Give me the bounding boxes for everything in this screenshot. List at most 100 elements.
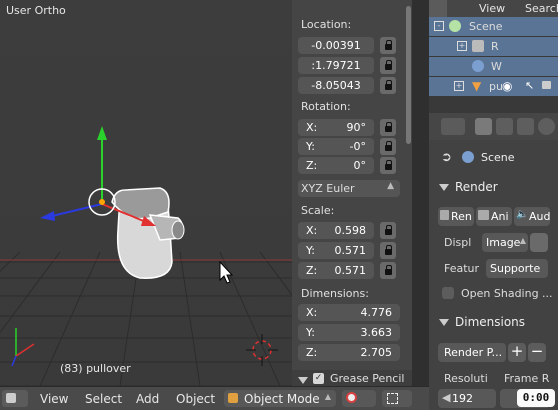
context-breadcrumb: Scene [481,151,515,164]
lock-scale-x-icon[interactable] [380,222,396,239]
properties-shelf: Location: -0.00391 :1.79721 -8.05043 Rot… [292,0,412,386]
editor-type-selector[interactable] [2,390,28,407]
dimensions-y-field[interactable]: Y: 3.663 [298,324,400,341]
pin-icon[interactable]: ➲ [441,150,452,165]
lock-scale-z-icon[interactable] [380,262,396,279]
properties-editor-type-icon[interactable] [441,118,465,135]
mode-select[interactable]: Object Mode ▲ [224,390,336,407]
display-label: Displ [444,236,472,249]
shading-sphere-icon [346,392,357,403]
updown-arrows-icon: ▲ [519,236,526,245]
location-x-field[interactable]: -0.00391 [298,37,374,54]
visibility-eye-icon[interactable]: ◉ [502,79,512,93]
shelf-scrollbar[interactable] [406,6,411,144]
pivot-point-select[interactable] [382,390,412,407]
render-animation-button[interactable]: Ani [476,207,512,226]
menu-select[interactable]: Select [85,392,122,406]
dimensions-heading: Dimensions: [301,287,369,300]
menu-add[interactable]: Add [136,392,159,406]
editor-type-icon[interactable] [429,0,447,17]
rotation-heading: Rotation: [301,100,351,113]
dimensions-section-header[interactable]: Dimensions [429,312,558,334]
scene-context-icon [462,151,474,163]
render-icon [440,210,449,220]
collapse-arrow-icon [439,184,449,191]
dimensions-x-field[interactable]: X: 4.776 [298,304,400,321]
rotation-mode-select[interactable]: XYZ Euler ▲ [298,180,400,197]
expand-plus-icon[interactable]: + [454,81,464,91]
location-z-field[interactable]: -8.05043 [298,77,374,94]
render-section-header[interactable]: Render [429,177,558,199]
scene-icon [449,20,461,32]
updown-arrows-icon: ▲ [324,392,331,401]
frame-range-label: Frame R [504,372,550,385]
add-preset-button[interactable]: + [508,343,526,362]
rotation-z-field[interactable]: Z: 0° [298,157,374,174]
select-cursor-icon[interactable]: ↖ [525,79,534,92]
outliner-view-menu[interactable]: View [479,2,505,15]
menu-object[interactable]: Object [176,392,215,406]
timestamp-badge: 0:00 [517,389,555,407]
scale-x-field[interactable]: X: 0.598 [298,222,374,239]
remove-preset-button[interactable]: − [528,343,546,362]
outliner: View Search - Scene + R W + ▼ pu ◉ ↖ [429,0,558,96]
arrow-left-icon: ◀ [442,391,451,404]
pivot-icon [387,393,398,404]
lock-location-y-icon[interactable] [380,57,396,74]
resolution-label: Resoluti [444,372,488,385]
speaker-icon: 🔈 [516,209,529,220]
grease-pencil-panel-header[interactable]: ✓ Grease Pencil [292,370,412,386]
feature-set-select[interactable]: Supporte [486,259,548,278]
render-audio-button[interactable]: 🔈 Aud [514,207,550,226]
dimensions-z-field[interactable]: Z: 2.705 [298,344,400,361]
lock-location-x-icon[interactable] [380,37,396,54]
active-object-label: (83) pullover [60,362,131,375]
location-heading: Location: [301,18,352,31]
3d-view-header: View Select Add Object Object Mode ▲ [0,386,429,410]
render-presets-select[interactable]: Render P... [438,343,506,362]
lock-scale-y-icon[interactable] [380,242,396,259]
mini-axes [11,328,35,367]
render-camera-icon[interactable] [542,81,551,89]
outliner-row-scene[interactable]: - Scene [429,17,558,36]
menu-view[interactable]: View [40,392,68,406]
outliner-search-menu[interactable]: Search [525,2,558,15]
clapboard-icon [478,210,489,220]
grease-pencil-checkbox[interactable]: ✓ [313,373,324,384]
render-layers-icon [472,40,484,52]
scale-z-field[interactable]: Z: 0.571 [298,262,374,279]
3d-viewport[interactable]: User Ortho (83) pullover [0,0,292,386]
viewport-canvas [0,126,292,386]
collapse-arrow-icon [298,377,308,384]
outliner-header: View Search [429,0,558,17]
mesh-object-icon: ▼ [472,79,482,93]
open-shading-checkbox[interactable] [442,287,454,299]
pullover-mesh [111,187,185,279]
render-layers-tab-icon[interactable] [496,118,513,135]
outliner-row-world[interactable]: W [429,57,558,76]
lock-location-z-icon[interactable] [380,77,396,94]
collapse-minus-icon[interactable]: - [434,21,444,31]
scale-y-field[interactable]: Y: 0.571 [298,242,374,259]
render-tab-icon[interactable] [475,118,492,135]
world-tab-icon[interactable] [538,118,555,135]
scene-tab-icon[interactable] [517,118,534,135]
lock-rotation-y-icon[interactable] [380,138,396,155]
scale-heading: Scale: [301,204,335,217]
resolution-x-field[interactable]: ◀ 192 [438,389,496,408]
outliner-row-render-layers[interactable]: + R [429,37,558,56]
cube-icon [6,393,16,403]
lock-interface-icon[interactable] [530,233,548,252]
render-image-button[interactable]: Ren [438,207,474,226]
display-select[interactable]: Image ▲ [482,233,528,252]
rotation-x-field[interactable]: X: 90° [298,119,374,136]
lock-rotation-x-icon[interactable] [380,119,396,136]
expand-plus-icon[interactable]: + [457,41,467,51]
location-y-field[interactable]: :1.79721 [298,57,374,74]
feature-set-label: Featur [444,262,480,275]
viewport-shading-select[interactable] [342,390,376,407]
outliner-row-object[interactable]: + ▼ pu ◉ ↖ [429,77,558,96]
rotation-y-field[interactable]: Y: -0° [298,138,374,155]
lock-rotation-z-icon[interactable] [380,157,396,174]
properties-header [429,113,558,140]
